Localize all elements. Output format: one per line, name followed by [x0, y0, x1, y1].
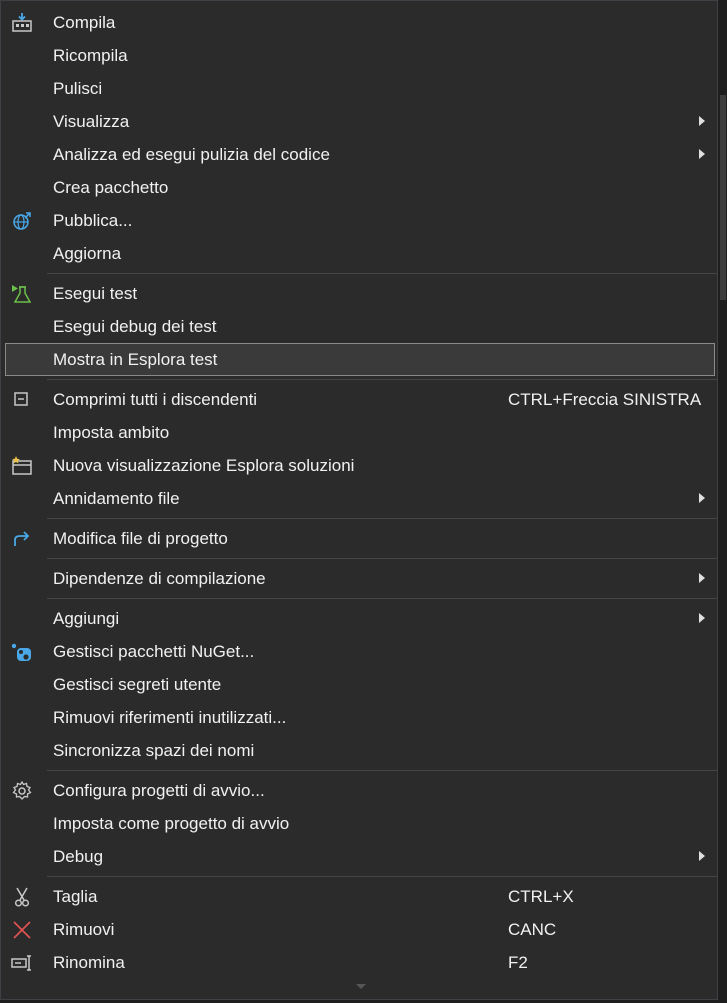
menu-item-label: Sincronizza spazi dei nomi: [53, 741, 255, 760]
menu-item-rimuovi-riferimenti-inutilizzati[interactable]: Rimuovi riferimenti inutilizzati...: [1, 701, 717, 734]
menu-item-label: Mostra in Esplora test: [53, 350, 218, 369]
menu-item-label: Annidamento file: [53, 489, 180, 508]
menu-item-taglia[interactable]: Taglia CTRL+X: [1, 880, 717, 913]
gear-icon: [11, 780, 33, 801]
build-icon: [11, 13, 33, 33]
menu-item-gestisci-pacchetti-nuget[interactable]: Gestisci pacchetti NuGet...: [1, 635, 717, 668]
menu-item-rimuovi[interactable]: Rimuovi CANC: [1, 913, 717, 946]
menu-item-shortcut: CTRL+X: [508, 887, 574, 906]
submenu-arrow-icon: [699, 116, 705, 126]
submenu-arrow-icon: [699, 613, 705, 623]
menu-item-imposta-come-progetto-di-avvio[interactable]: Imposta come progetto di avvio: [1, 807, 717, 840]
menu-item-label: Configura progetti di avvio...: [53, 781, 265, 800]
menu-item-label: Aggiorna: [53, 244, 122, 263]
menu-separator: [47, 598, 717, 599]
menu-separator: [47, 379, 717, 380]
menu-item-configura-progetti-di-avvio[interactable]: Configura progetti di avvio...: [1, 774, 717, 807]
menu-item-label: Ricompila: [53, 46, 128, 65]
menu-separator: [47, 558, 717, 559]
menu-item-label: Rinomina: [53, 953, 125, 972]
menu-item-aggiungi[interactable]: Aggiungi: [1, 602, 717, 635]
menu-item-comprimi-tutti-i-discendenti[interactable]: Comprimi tutti i discendenti CTRL+Freccia…: [1, 383, 717, 416]
menu-separator: [47, 770, 717, 771]
menu-item-dipendenze-di-compilazione[interactable]: Dipendenze di compilazione: [1, 562, 717, 595]
menu-item-crea-pacchetto[interactable]: Crea pacchetto: [1, 171, 717, 204]
menu-item-label: Pubblica...: [53, 211, 133, 230]
collapse-all-icon: [11, 390, 33, 410]
menu-item-label: Esegui debug dei test: [53, 317, 217, 336]
menu-item-shortcut: F2: [508, 953, 528, 972]
menu-item-label: Analizza ed esegui pulizia del codice: [53, 145, 330, 164]
menu-item-debug[interactable]: Debug: [1, 840, 717, 873]
menu-separator: [47, 518, 717, 519]
scroll-more-icon[interactable]: [356, 984, 366, 989]
menu-item-label: Gestisci segreti utente: [53, 675, 222, 694]
menu-separator: [47, 876, 717, 877]
menu-item-label: Rimuovi riferimenti inutilizzati...: [53, 708, 287, 727]
menu-item-sincronizza-spazi-dei-nomi[interactable]: Sincronizza spazi dei nomi: [1, 734, 717, 767]
menu-item-shortcut: CANC: [508, 920, 557, 939]
menu-item-mostra-in-esplora-test[interactable]: Mostra in Esplora test: [5, 343, 715, 376]
rename-icon: [11, 953, 33, 973]
publish-globe-icon: [11, 211, 33, 231]
edit-project-arrow-icon: [11, 529, 33, 549]
menu-item-label: Taglia: [53, 887, 98, 906]
menu-item-label: Visualizza: [53, 112, 130, 131]
menu-item-label: Imposta ambito: [53, 423, 170, 442]
submenu-arrow-icon: [699, 149, 705, 159]
menu-item-rinomina[interactable]: Rinomina F2: [1, 946, 717, 979]
menu-item-visualizza[interactable]: Visualizza: [1, 105, 717, 138]
menu-item-esegui-debug-dei-test[interactable]: Esegui debug dei test: [1, 310, 717, 343]
submenu-arrow-icon: [699, 851, 705, 861]
run-tests-icon: [11, 284, 33, 304]
menu-item-ricompila[interactable]: Ricompila: [1, 39, 717, 72]
menu-item-imposta-ambito[interactable]: Imposta ambito: [1, 416, 717, 449]
menu-item-gestisci-segreti-utente[interactable]: Gestisci segreti utente: [1, 668, 717, 701]
nuget-icon: [11, 642, 33, 662]
menu-item-label: Comprimi tutti i discendenti: [53, 390, 258, 409]
menu-item-label: Imposta come progetto di avvio: [53, 814, 290, 833]
menu-item-modifica-file-di-progetto[interactable]: Modifica file di progetto: [1, 522, 717, 555]
submenu-arrow-icon: [699, 493, 705, 503]
menu-item-label: Esegui test: [53, 284, 138, 303]
delete-x-icon: [11, 920, 33, 940]
menu-item-label: Gestisci pacchetti NuGet...: [53, 642, 255, 661]
menu-item-pubblica[interactable]: Pubblica...: [1, 204, 717, 237]
menu-item-analizza-ed-esegui-pulizia-del-codice[interactable]: Analizza ed esegui pulizia del codice: [1, 138, 717, 171]
menu-item-aggiorna[interactable]: Aggiorna: [1, 237, 717, 270]
menu-item-label: Crea pacchetto: [53, 178, 169, 197]
menu-item-esegui-test[interactable]: Esegui test: [1, 277, 717, 310]
scissors-icon: [11, 887, 33, 907]
new-view-icon: [11, 456, 33, 476]
menu-item-label: Aggiungi: [53, 609, 120, 628]
menu-separator: [47, 273, 717, 274]
menu-item-annidamento-file[interactable]: Annidamento file: [1, 482, 717, 515]
menu-item-label: Modifica file di progetto: [53, 529, 228, 548]
context-menu: Compila Ricompila Pulisci Visualizza Analizz…: [0, 0, 718, 1000]
menu-item-label: Debug: [53, 847, 104, 866]
menu-item-label: Pulisci: [53, 79, 103, 98]
scrollbar-thumb[interactable]: [720, 95, 726, 300]
menu-item-label: Rimuovi: [53, 920, 115, 939]
menu-item-label: Dipendenze di compilazione: [53, 569, 266, 588]
menu-item-pulisci[interactable]: Pulisci: [1, 72, 717, 105]
menu-item-label: Nuova visualizzazione Esplora soluzioni: [53, 456, 355, 475]
menu-item-label: Compila: [53, 13, 116, 32]
submenu-arrow-icon: [699, 573, 705, 583]
menu-item-nuova-visualizzazione-esplora-soluzioni[interactable]: Nuova visualizzazione Esplora soluzioni: [1, 449, 717, 482]
menu-item-compila[interactable]: Compila: [1, 6, 717, 39]
menu-item-shortcut: CTRL+Freccia SINISTRA: [508, 390, 702, 409]
